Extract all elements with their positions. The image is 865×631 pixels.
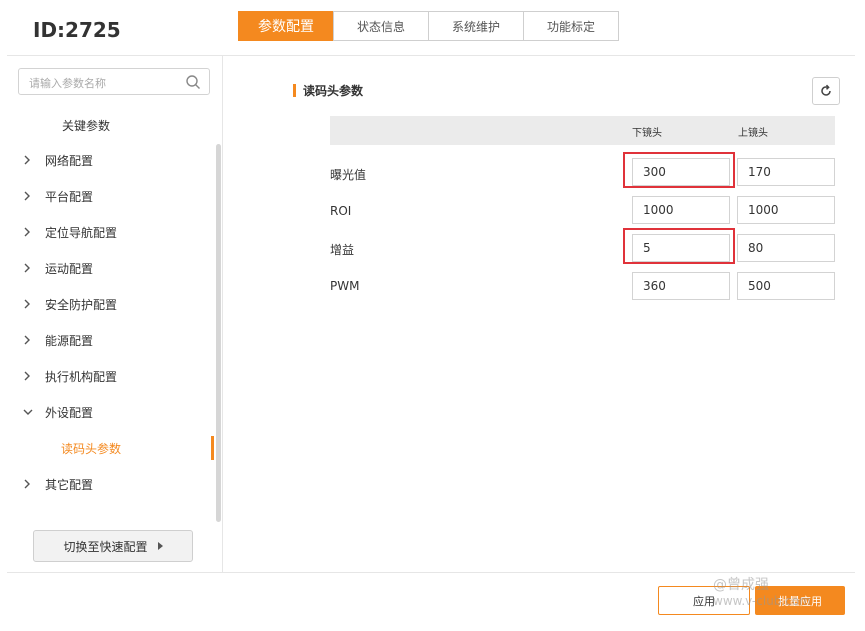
main-panel: 读码头参数 下镜头 上镜头 曝光值 300 170 ROI 1000 1000 … — [223, 56, 855, 572]
active-indicator — [211, 436, 214, 460]
sidebar-item-label: 能源配置 — [45, 333, 94, 348]
table-header: 下镜头 上镜头 — [330, 116, 835, 145]
sidebar-item-other[interactable]: 其它配置 — [21, 474, 93, 494]
search-input[interactable] — [27, 73, 181, 93]
sidebar-item-label: 外设配置 — [45, 405, 94, 420]
chevron-right-icon — [24, 335, 30, 345]
sidebar: 关键参数 网络配置 平台配置 定位导航配置 运动配置 安全防护配置 能源配置 执… — [7, 56, 223, 572]
sidebar-item-label: 定位导航配置 — [45, 225, 118, 240]
refresh-icon — [821, 84, 831, 96]
chevron-right-icon — [24, 371, 30, 381]
tab-function-calibration[interactable]: 功能标定 — [523, 11, 619, 41]
sidebar-item-motion[interactable]: 运动配置 — [21, 258, 93, 278]
tab-system-maintenance[interactable]: 系统维护 — [428, 11, 524, 41]
chevron-right-icon — [24, 227, 30, 237]
watermark-line: www.v-club.com — [713, 594, 811, 608]
sidebar-item-label: 执行机构配置 — [45, 369, 118, 384]
quick-config-label: 切换至快速配置 — [63, 539, 148, 554]
refresh-button[interactable] — [812, 77, 840, 105]
column-header-upper: 上镜头 — [738, 128, 768, 139]
header: ID:2725 参数配置 状态信息 系统维护 功能标定 — [7, 5, 855, 56]
highlight-box — [623, 228, 735, 264]
sidebar-scrollbar[interactable] — [216, 144, 221, 522]
row-label-gain: 增益 — [330, 243, 355, 257]
sidebar-item-label: 平台配置 — [45, 189, 94, 204]
sidebar-item-network[interactable]: 网络配置 — [21, 150, 93, 170]
sidebar-item-label: 其它配置 — [45, 477, 94, 492]
chevron-right-icon — [24, 155, 30, 165]
watermark: @曾成强 www.v-club.com — [713, 576, 811, 610]
row-label-pwm: PWM — [330, 279, 360, 293]
tab-bar: 参数配置 状态信息 系统维护 功能标定 — [238, 11, 619, 41]
chevron-right-icon — [24, 263, 30, 273]
row-label-roi: ROI — [330, 204, 352, 218]
sidebar-subitem-code-reader[interactable]: 读码头参数 — [61, 440, 121, 457]
sidebar-item-energy[interactable]: 能源配置 — [21, 330, 93, 350]
pwm-lower-input[interactable]: 360 — [632, 272, 730, 300]
section-title: 读码头参数 — [303, 84, 364, 98]
row-label-exposure: 曝光值 — [330, 168, 367, 182]
chevron-down-icon — [23, 409, 33, 415]
caret-right-icon — [157, 542, 163, 550]
tab-status-info[interactable]: 状态信息 — [333, 11, 429, 41]
device-id: ID:2725 — [33, 18, 121, 42]
sidebar-item-platform[interactable]: 平台配置 — [21, 186, 93, 206]
roi-upper-input[interactable]: 1000 — [737, 196, 835, 224]
chevron-right-icon — [24, 299, 30, 309]
sidebar-item-actuator[interactable]: 执行机构配置 — [21, 366, 117, 386]
chevron-right-icon — [24, 191, 30, 201]
pwm-upper-input[interactable]: 500 — [737, 272, 835, 300]
chevron-right-icon — [24, 479, 30, 489]
sidebar-item-label: 安全防护配置 — [45, 297, 118, 312]
sidebar-item-label: 运动配置 — [45, 261, 94, 276]
sidebar-item-safety[interactable]: 安全防护配置 — [21, 294, 117, 314]
sidebar-item-navigation[interactable]: 定位导航配置 — [21, 222, 117, 242]
sidebar-item-label: 网络配置 — [45, 153, 94, 168]
search-icon[interactable] — [185, 74, 201, 90]
tab-param-config[interactable]: 参数配置 — [238, 11, 334, 41]
gain-upper-input[interactable]: 80 — [737, 234, 835, 262]
column-header-lower: 下镜头 — [632, 128, 662, 139]
highlight-box — [623, 152, 735, 188]
footer: 应用 批量应用 @曾成强 www.v-club.com — [7, 572, 855, 625]
search-box — [18, 68, 210, 95]
quick-config-button[interactable]: 切换至快速配置 — [33, 530, 193, 562]
roi-lower-input[interactable]: 1000 — [632, 196, 730, 224]
exposure-upper-input[interactable]: 170 — [737, 158, 835, 186]
sidebar-item-key-params[interactable]: 关键参数 — [62, 117, 110, 134]
section-marker — [293, 84, 296, 97]
sidebar-item-peripheral[interactable]: 外设配置 — [21, 402, 93, 422]
app-window: ID:2725 参数配置 状态信息 系统维护 功能标定 关键参数 网络配置 平台… — [7, 5, 855, 625]
